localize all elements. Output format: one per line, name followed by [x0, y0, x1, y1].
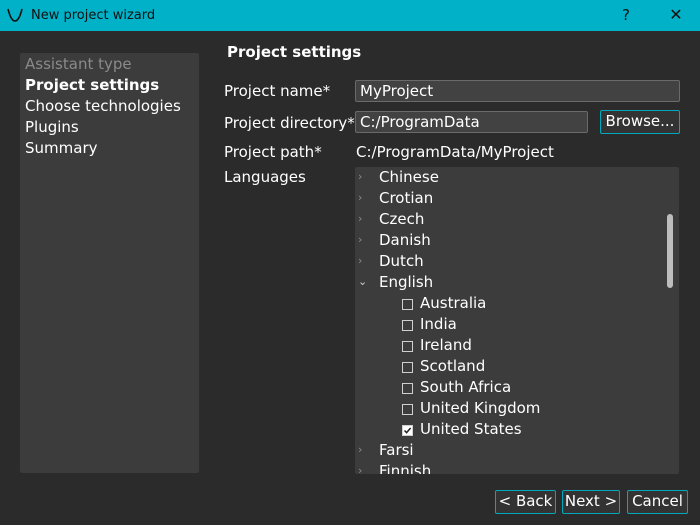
browse-button[interactable]: Browse...	[600, 110, 680, 134]
chevron-right-icon[interactable]: ›	[358, 464, 370, 474]
tree-item-dutch[interactable]: › Dutch	[355, 252, 665, 273]
project-path-label: Project path*	[224, 143, 322, 161]
back-button[interactable]: < Back	[495, 490, 556, 514]
tree-item-chinese[interactable]: › Chinese	[355, 168, 665, 189]
tree-item-czech[interactable]: › Czech	[355, 210, 665, 231]
tree-item-india[interactable]: India	[355, 315, 665, 336]
close-button[interactable]: ✕	[661, 4, 691, 26]
tree-item-finnish[interactable]: › Finnish	[355, 462, 665, 474]
tree-item-south-africa[interactable]: South Africa	[355, 378, 665, 399]
tree-item-farsi[interactable]: › Farsi	[355, 441, 665, 462]
project-directory-label: Project directory*	[224, 114, 355, 132]
next-button[interactable]: Next >	[562, 490, 620, 514]
cancel-button[interactable]: Cancel	[627, 490, 688, 514]
project-directory-input[interactable]: C:/ProgramData	[355, 111, 588, 133]
sidebar-item-project-settings[interactable]: Project settings	[25, 76, 159, 94]
tree-item-english[interactable]: ⌄ English	[355, 273, 665, 294]
checkbox-checked[interactable]	[402, 425, 413, 436]
tree-item-australia[interactable]: Australia	[355, 294, 665, 315]
app-logo-icon	[7, 8, 23, 22]
tree-item-ireland[interactable]: Ireland	[355, 336, 665, 357]
chevron-down-icon[interactable]: ⌄	[358, 275, 370, 288]
project-name-input[interactable]: MyProject	[355, 80, 680, 102]
project-path-value: C:/ProgramData/MyProject	[356, 143, 554, 161]
project-name-label: Project name*	[224, 82, 331, 100]
checkbox[interactable]	[402, 320, 413, 331]
tree-item-united-kingdom[interactable]: United Kingdom	[355, 399, 665, 420]
chevron-right-icon[interactable]: ›	[358, 443, 370, 456]
sidebar-item-assistant-type[interactable]: Assistant type	[25, 55, 132, 73]
checkbox[interactable]	[402, 383, 413, 394]
tree-item-scotland[interactable]: Scotland	[355, 357, 665, 378]
help-button[interactable]: ?	[622, 6, 630, 24]
tree-item-danish[interactable]: › Danish	[355, 231, 665, 252]
chevron-right-icon[interactable]: ›	[358, 170, 370, 183]
languages-tree[interactable]: › Chinese › Crotian › Czech › Danish › D…	[355, 167, 679, 474]
checkmark-icon	[403, 427, 412, 434]
sidebar-item-plugins[interactable]: Plugins	[25, 118, 79, 136]
sidebar-item-summary[interactable]: Summary	[25, 139, 98, 157]
next-button-label: Next >	[564, 492, 618, 510]
checkbox[interactable]	[402, 341, 413, 352]
sidebar-item-choose-technologies[interactable]: Choose technologies	[25, 97, 181, 115]
title-bar: New project wizard ? ✕	[0, 0, 700, 31]
window-title: New project wizard	[31, 8, 156, 23]
tree-item-crotian[interactable]: › Crotian	[355, 189, 665, 210]
tree-item-united-states[interactable]: United States	[355, 420, 665, 441]
checkbox[interactable]	[402, 299, 413, 310]
back-button-label: < Back	[498, 492, 553, 510]
page-title: Project settings	[227, 43, 362, 61]
languages-label: Languages	[224, 168, 306, 186]
checkbox[interactable]	[402, 362, 413, 373]
tree-scrollbar-thumb[interactable]	[667, 214, 673, 288]
checkbox[interactable]	[402, 404, 413, 415]
chevron-right-icon[interactable]: ›	[358, 191, 370, 204]
chevron-right-icon[interactable]: ›	[358, 212, 370, 225]
cancel-button-label: Cancel	[632, 492, 683, 510]
chevron-right-icon[interactable]: ›	[358, 233, 370, 246]
wizard-steps-sidebar: Assistant type Project settings Choose t…	[20, 53, 199, 473]
chevron-right-icon[interactable]: ›	[358, 254, 370, 267]
